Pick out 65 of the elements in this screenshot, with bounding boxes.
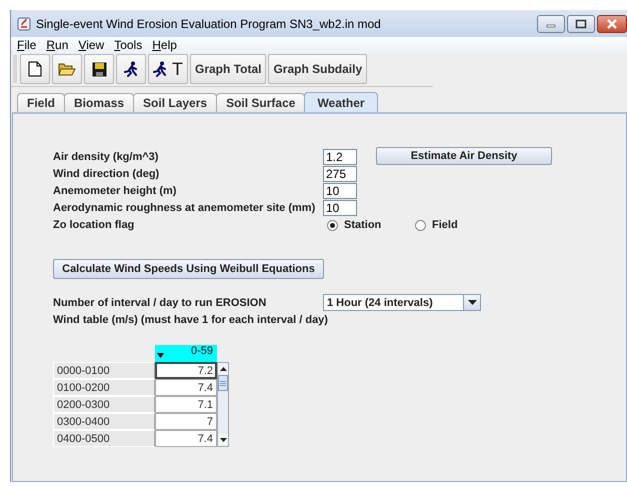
scroll-up-icon <box>220 367 226 371</box>
field-label: Air density (kg/m^3) <box>53 150 160 165</box>
close-button[interactable] <box>597 14 627 32</box>
run-button[interactable] <box>116 54 146 84</box>
table-cell[interactable]: 7.4 <box>155 430 217 447</box>
menu-item[interactable]: View <box>74 38 110 52</box>
field-label: Zo location flag <box>53 218 136 233</box>
input-field[interactable]: 1.2 <box>323 149 357 165</box>
graph-button[interactable]: Graph Subdaily <box>268 54 368 84</box>
field-label: Anemometer height (m) <box>53 184 178 199</box>
radio-option[interactable]: Field <box>415 219 503 231</box>
field-label: Number of interval / day to run EROSION <box>53 296 268 310</box>
interval-dropdown[interactable]: 1 Hour (24 intervals) <box>323 294 481 311</box>
field-label: Wind table (m/s) (must have 1 for each interval / day) <box>53 313 329 328</box>
radio-label: Station <box>344 219 382 231</box>
tab[interactable]: Soil Layers <box>133 93 218 112</box>
minimize-button[interactable] <box>537 14 565 32</box>
table-cell[interactable]: 7 <box>155 413 217 430</box>
new-button[interactable] <box>20 54 50 84</box>
run-text-button[interactable]: T <box>148 54 188 84</box>
app-icon <box>17 16 31 30</box>
field-label: Wind direction (deg) <box>53 167 160 182</box>
menu-item[interactable]: Run <box>42 38 74 52</box>
menu-item[interactable]: File <box>13 38 42 52</box>
table-cell[interactable]: 7.4 <box>155 379 217 396</box>
estimate-air-density-button[interactable]: Estimate Air Density <box>376 146 552 164</box>
row-header: 0100-0200 <box>53 379 155 396</box>
dropdown-arrow-icon <box>468 300 476 305</box>
radio-option[interactable]: Station <box>327 219 415 231</box>
scroll-down-icon <box>220 438 226 442</box>
tab[interactable]: Soil Surface <box>216 93 306 112</box>
row-header: 0000-0100 <box>53 362 155 379</box>
table-cell[interactable]: 7.1 <box>155 396 217 413</box>
maximize-button[interactable] <box>567 14 595 32</box>
folder-icon <box>58 62 76 76</box>
maximize-icon <box>575 18 587 28</box>
running-figure-icon <box>124 61 138 77</box>
menu-item[interactable]: Tools <box>110 38 148 52</box>
column-header[interactable]: 0-59 <box>155 345 217 362</box>
radio-button[interactable] <box>327 220 338 230</box>
row-header: 0200-0300 <box>53 396 155 413</box>
sort-arrow-icon <box>157 353 164 358</box>
field-label: Aerodynamic roughness at anemometer site (mm) <box>53 201 316 216</box>
calculate-button[interactable]: Calculate Wind Speeds Using Weibull Equations <box>53 259 324 279</box>
radio-button[interactable] <box>415 220 426 230</box>
running-figure-icon <box>153 61 167 77</box>
radio-label: Field <box>432 219 458 231</box>
close-icon <box>607 18 617 28</box>
save-button[interactable] <box>84 54 114 84</box>
tab[interactable]: Biomass <box>64 93 134 112</box>
input-field[interactable]: 275 <box>323 166 357 182</box>
window-title: Single-event Wind Erosion Evaluation Program SN3_wb2.in mod <box>36 16 382 30</box>
input-field[interactable]: 10 <box>323 183 357 199</box>
scrollbar[interactable] <box>217 362 229 447</box>
tab[interactable]: Field <box>17 93 66 112</box>
grip-icon <box>220 380 226 386</box>
menu-item[interactable]: Help <box>148 38 183 52</box>
document-icon <box>28 61 42 77</box>
tab[interactable]: Weather <box>304 92 378 112</box>
row-header: 0300-0400 <box>53 413 155 430</box>
table-cell[interactable]: 7.2 <box>155 362 217 379</box>
graph-button[interactable]: Graph Total <box>190 54 266 84</box>
input-field[interactable]: 10 <box>323 200 357 216</box>
open-button[interactable] <box>52 54 82 84</box>
row-header: 0400-0500 <box>53 430 155 447</box>
